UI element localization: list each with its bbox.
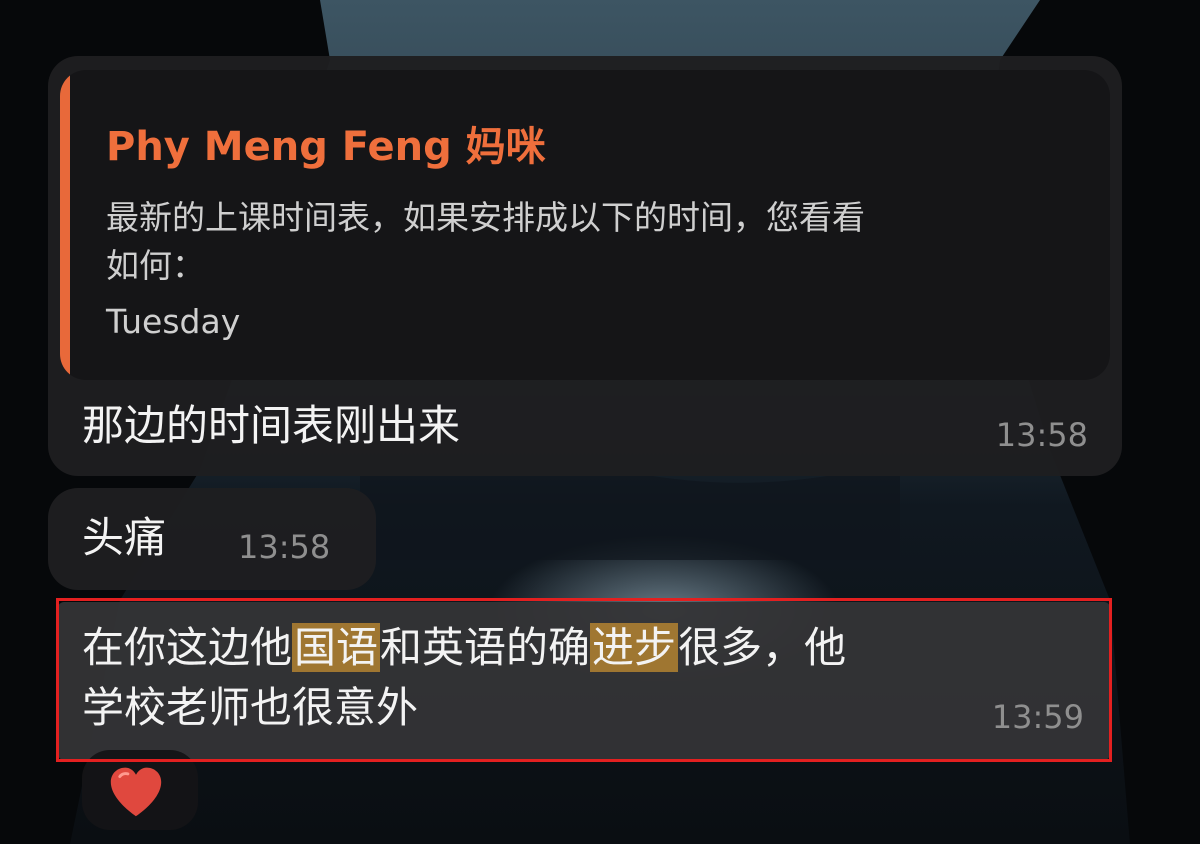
quote-text-line: Tuesday bbox=[106, 302, 241, 341]
quoted-message[interactable]: Phy Meng Feng 妈咪 最新的上课时间表，如果安排成以下的时间，您看看… bbox=[60, 70, 1110, 380]
heart-icon bbox=[110, 767, 162, 817]
quote-text-line: 如何： bbox=[106, 246, 205, 285]
annotation-highlight-box bbox=[56, 598, 1112, 762]
message-bubble[interactable]: 头痛 13:58 bbox=[48, 488, 376, 590]
quote-author: Phy Meng Feng 妈咪 bbox=[106, 124, 546, 170]
message-bubble[interactable]: Phy Meng Feng 妈咪 最新的上课时间表，如果安排成以下的时间，您看看… bbox=[48, 56, 1122, 476]
quote-accent-bar bbox=[60, 70, 70, 380]
message-timestamp: 13:58 bbox=[995, 416, 1088, 454]
quote-text-line: 最新的上课时间表，如果安排成以下的时间，您看看 bbox=[106, 198, 865, 237]
reaction-badge[interactable] bbox=[82, 750, 198, 830]
message-timestamp: 13:58 bbox=[238, 528, 331, 566]
message-text: 那边的时间表刚出来 bbox=[82, 401, 461, 450]
message-text: 头痛 bbox=[82, 513, 167, 562]
